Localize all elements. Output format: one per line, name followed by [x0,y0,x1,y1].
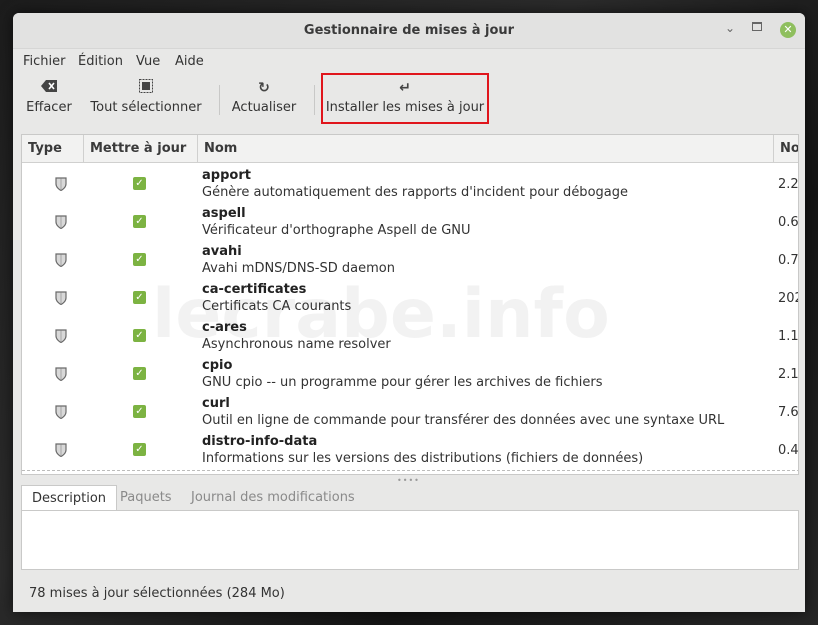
table-row[interactable]: ✓ distro-info-data Informations sur les ve… [22,430,799,468]
table-row[interactable]: ✓ c-ares Asynchronous name resolver 1.1 [22,316,799,354]
shield-icon [55,291,67,306]
package-version: 0.4 [778,443,799,458]
clear-label: Effacer [26,100,72,115]
update-checkbox[interactable]: ✓ [133,215,146,228]
status-text: 78 mises à jour sélectionnées (284 Mo) [29,586,285,601]
package-name: curl [202,396,230,411]
column-update[interactable]: Mettre à jour [84,135,198,163]
menu-bar: Fichier Édition Vue Aide [13,49,805,73]
close-icon[interactable]: ✕ [780,22,796,38]
install-button-highlight [321,73,489,124]
package-description: Informations sur les versions des distri… [202,451,644,466]
table-row[interactable]: ✓ apport Génère automatiquement des rappor… [22,164,799,202]
package-version: 7.6 [778,405,799,420]
update-checkbox[interactable]: ✓ [133,367,146,380]
tab-changelog[interactable]: Journal des modifications [181,485,365,511]
refresh-icon: ↻ [258,80,270,96]
title-bar[interactable]: Gestionnaire de mises à jour ⌄ ✕ [13,13,805,49]
shield-icon [55,253,67,268]
update-checkbox[interactable]: ✓ [133,291,146,304]
description-panel [21,510,799,570]
table-row[interactable]: ✓ cpio GNU cpio -- un programme pour gérer… [22,354,799,392]
select-all-button[interactable]: Tout sélectionner [89,73,203,129]
updates-list[interactable]: Type Mettre à jour Nom No ✓ apport Génère … [21,134,799,475]
pane-resize-handle[interactable]: •••• [397,476,420,485]
clear-button[interactable]: Effacer [21,73,77,129]
package-version: 0.7 [778,253,799,268]
refresh-label: Actualiser [231,100,297,115]
package-version: 202 [778,291,798,306]
column-version[interactable]: No [774,135,798,163]
shield-icon [55,443,67,458]
backspace-icon [21,79,77,97]
package-description: Vérificateur d'orthographe Aspell de GNU [202,223,471,238]
table-row[interactable]: ✓ curl Outil en ligne de commande pour tra… [22,392,799,430]
package-name: avahi [202,244,242,259]
package-name: distro-info-data [202,434,318,449]
update-checkbox[interactable]: ✓ [133,329,146,342]
package-description: Asynchronous name resolver [202,337,391,352]
package-description: Avahi mDNS/DNS-SD daemon [202,261,395,276]
column-type[interactable]: Type [22,135,84,163]
list-header: Type Mettre à jour Nom No [22,135,798,163]
table-row[interactable]: ✓ avahi Avahi mDNS/DNS-SD daemon 0.7 [22,240,799,278]
package-name: ca-certificates [202,282,307,297]
package-version: 0.6 [778,215,799,230]
package-description: Outil en ligne de commande pour transfér… [202,413,725,428]
update-checkbox[interactable]: ✓ [133,253,146,266]
menu-edit[interactable]: Édition [78,54,123,69]
package-name: aspell [202,206,246,221]
package-description: GNU cpio -- un programme pour gérer les … [202,375,603,390]
window-title: Gestionnaire de mises à jour [303,23,515,38]
tab-description[interactable]: Description [21,485,118,511]
package-name: c-ares [202,320,247,335]
package-version: 2.2 [778,177,799,192]
package-name: apport [202,168,251,183]
select-all-label: Tout sélectionner [90,100,202,115]
shield-icon [55,405,67,420]
shield-icon [55,215,67,230]
toolbar-separator [314,85,315,115]
table-row[interactable]: ✓ ca-certificates Certificats CA courants 2… [22,278,798,316]
minimize-icon[interactable]: ⌄ [725,21,735,35]
menu-view[interactable]: Vue [136,54,160,69]
shield-icon [55,329,67,344]
menu-help[interactable]: Aide [175,54,204,69]
package-description: Génère automatiquement des rapports d'in… [202,185,628,200]
package-description: Certificats CA courants [202,299,352,314]
shield-icon [55,367,67,382]
details-tabs: Description Paquets Journal des modifica… [21,485,799,511]
package-name: cpio [202,358,233,373]
package-version: 1.1 [778,329,799,344]
menu-file[interactable]: Fichier [23,54,66,69]
update-manager-window: Gestionnaire de mises à jour ⌄ ✕ Fichier… [13,13,805,612]
list-bottom-border [22,470,798,471]
update-checkbox[interactable]: ✓ [133,405,146,418]
update-checkbox[interactable]: ✓ [133,177,146,190]
refresh-button[interactable]: ↻ Actualiser [231,73,297,129]
maximize-icon[interactable] [752,22,762,31]
table-row[interactable]: ✓ aspell Vérificateur d'orthographe Aspell… [22,202,799,240]
select-all-icon [89,79,203,97]
column-name[interactable]: Nom [198,135,774,163]
package-version: 2.1 [778,367,799,382]
update-checkbox[interactable]: ✓ [133,443,146,456]
toolbar-separator [219,85,220,115]
tab-packages[interactable]: Paquets [110,485,182,511]
shield-icon [55,177,67,192]
